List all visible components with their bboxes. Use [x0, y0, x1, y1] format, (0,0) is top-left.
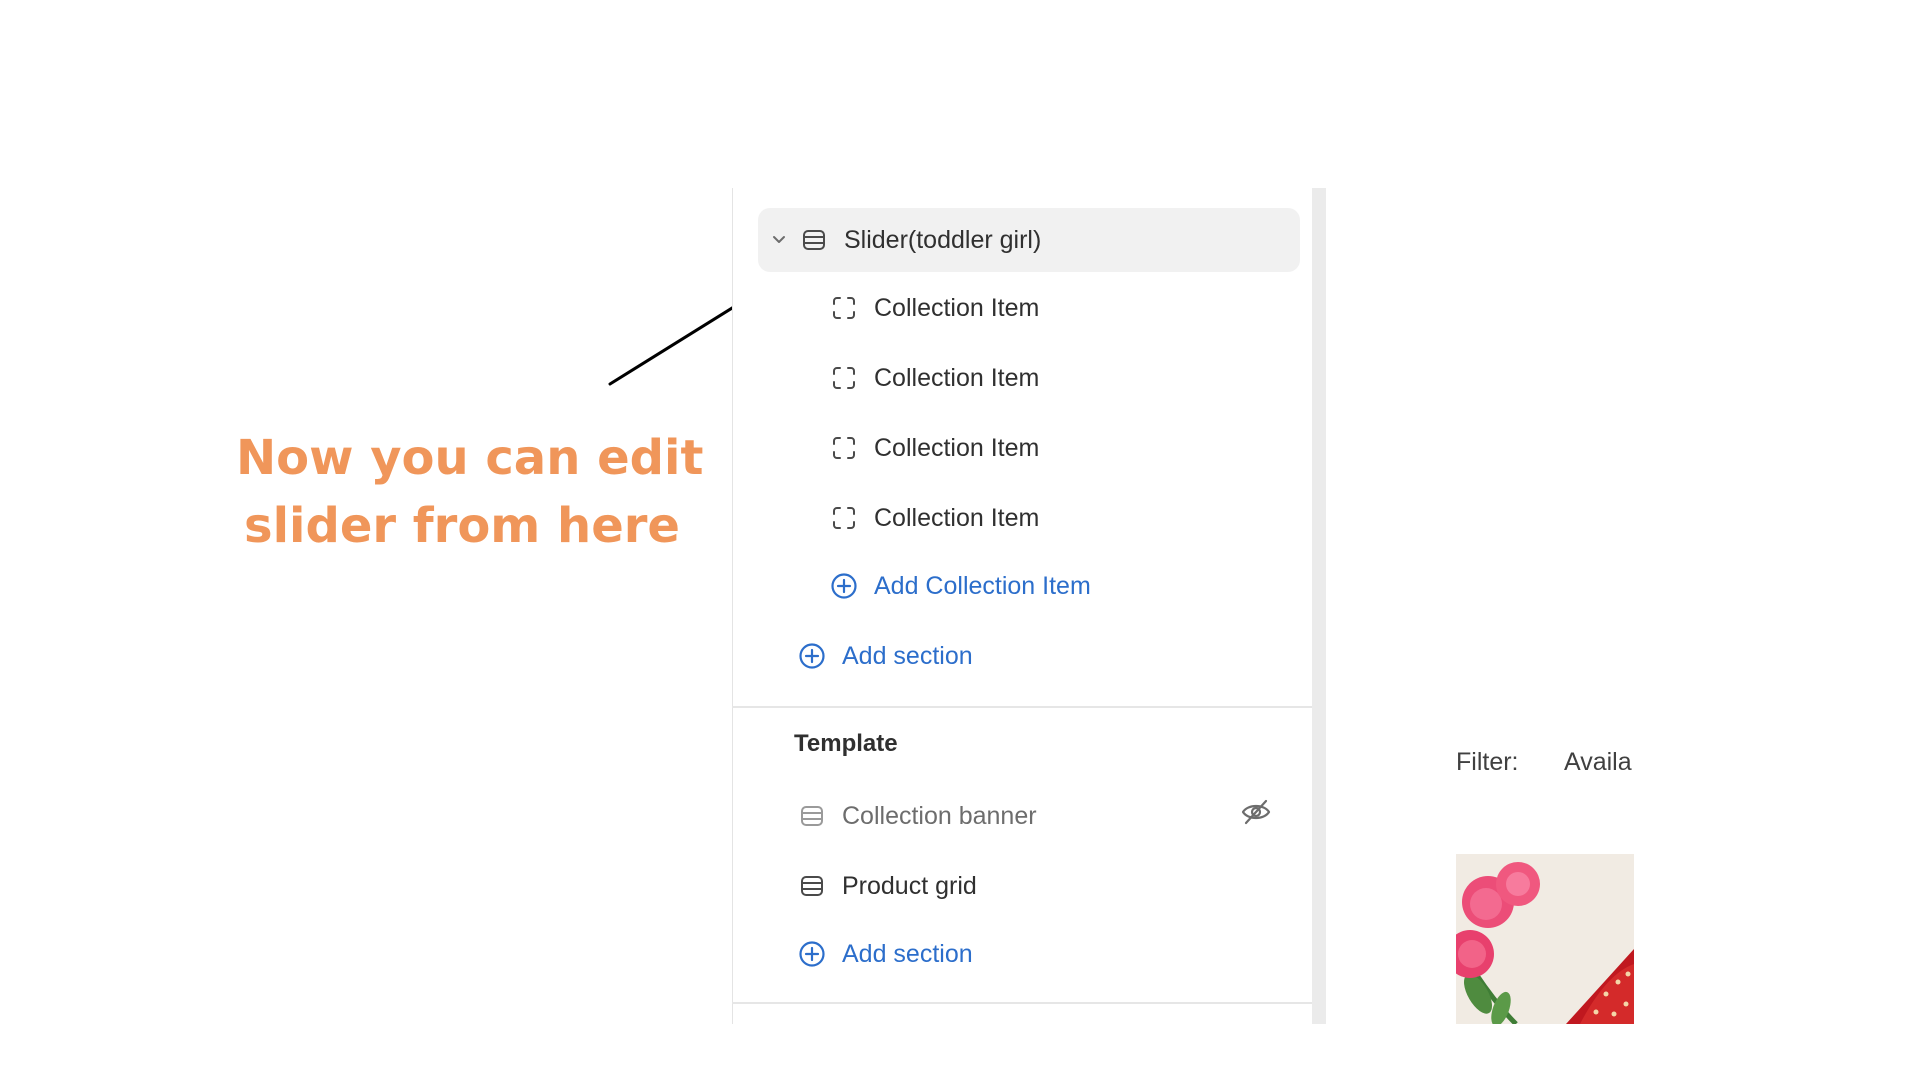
block-item-collection-item[interactable]: Collection Item — [830, 276, 1270, 340]
block-icon — [830, 364, 858, 392]
add-collection-item-button[interactable]: Add Collection Item — [830, 554, 1270, 618]
block-icon — [830, 434, 858, 462]
sidebar-item-product-grid[interactable]: Product grid — [798, 854, 1258, 918]
add-collection-item-label: Add Collection Item — [874, 571, 1091, 600]
sidebar-item-label: Product grid — [842, 871, 977, 900]
add-section-label: Add section — [842, 939, 973, 968]
sidebar-item-slider-section[interactable]: Slider(toddler girl) — [758, 208, 1300, 272]
block-item-label: Collection Item — [874, 363, 1040, 392]
plus-circle-icon — [830, 572, 858, 600]
add-section-button[interactable]: Add section — [798, 922, 1258, 986]
block-item-label: Collection Item — [874, 433, 1040, 462]
add-section-label: Add section — [842, 641, 973, 670]
filter-availability-dropdown[interactable]: Availa — [1564, 748, 1636, 777]
sidebar-item-label: Slider(toddler girl) — [844, 225, 1042, 254]
sidebar-item-collection-banner[interactable]: Collection banner — [798, 784, 1258, 848]
block-item-collection-item[interactable]: Collection Item — [830, 346, 1270, 410]
plus-circle-icon — [798, 940, 826, 968]
annotation-text: Now you can edit slider from here — [236, 424, 716, 560]
panel-scrollbar[interactable] — [1312, 188, 1326, 1024]
annotation-line-2: slider from here — [244, 498, 680, 554]
section-icon — [798, 802, 826, 830]
block-item-collection-item[interactable]: Collection Item — [830, 416, 1270, 480]
filter-label: Filter: — [1456, 748, 1519, 776]
section-divider — [732, 706, 1312, 708]
annotation-line-1: Now you can edit — [236, 430, 704, 486]
block-item-label: Collection Item — [874, 503, 1040, 532]
product-image[interactable] — [1456, 854, 1634, 1024]
block-icon — [830, 294, 858, 322]
sidebar-item-label: Collection banner — [842, 801, 1037, 830]
plus-circle-icon — [798, 642, 826, 670]
section-icon — [798, 872, 826, 900]
block-item-label: Collection Item — [874, 293, 1040, 322]
section-divider — [732, 1002, 1312, 1004]
chevron-down-icon[interactable] — [768, 229, 790, 251]
template-heading: Template — [794, 730, 898, 757]
block-icon — [830, 504, 858, 532]
add-section-button[interactable]: Add section — [798, 624, 1258, 688]
section-icon — [800, 226, 828, 254]
eye-off-icon[interactable] — [1240, 796, 1272, 828]
block-item-collection-item[interactable]: Collection Item — [830, 486, 1270, 550]
